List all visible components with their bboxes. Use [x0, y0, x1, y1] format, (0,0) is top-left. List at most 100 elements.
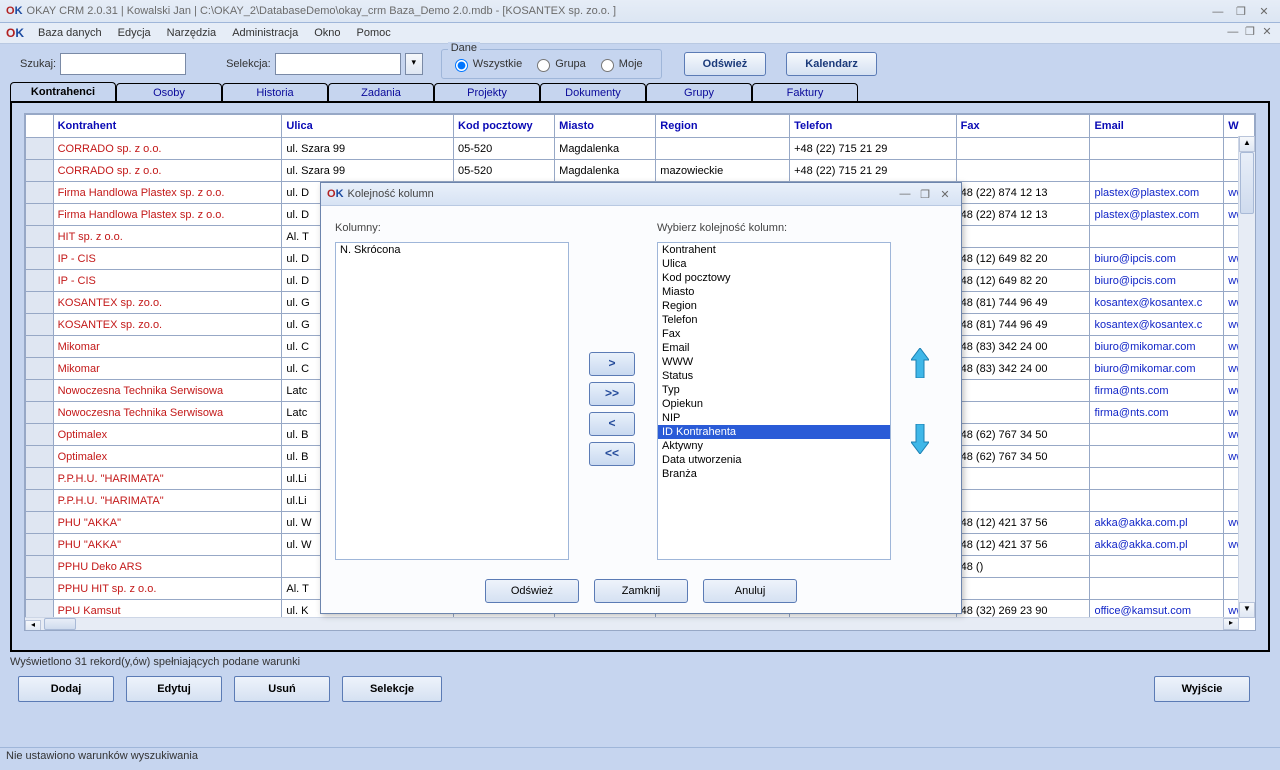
cell-fax[interactable]: 48 (62) 767 34 50	[956, 424, 1090, 446]
cell-fax[interactable]: 48 (81) 744 96 49	[956, 314, 1090, 336]
cell-fax[interactable]: 48 (22) 874 12 13	[956, 204, 1090, 226]
maximize-icon[interactable]: ❐	[1231, 5, 1251, 18]
row-selector[interactable]	[26, 226, 54, 248]
radio-grupa[interactable]	[537, 59, 550, 72]
grid-header-email[interactable]: Email	[1090, 115, 1224, 138]
cell-fax[interactable]	[956, 160, 1090, 182]
list-item[interactable]: Kod pocztowy	[658, 271, 890, 285]
delete-button[interactable]: Usuń	[234, 676, 330, 702]
list-item[interactable]: Branża	[658, 467, 890, 481]
cell-ulica[interactable]: ul. Szara 99	[282, 160, 454, 182]
list-item[interactable]: Kontrahent	[658, 243, 890, 257]
horizontal-scrollbar[interactable]: ◂ ▸	[25, 617, 1239, 630]
move-left-button[interactable]: <	[589, 412, 635, 436]
tab-faktury[interactable]: Faktury	[752, 83, 858, 102]
hscroll-thumb[interactable]	[44, 618, 76, 630]
cell-fax[interactable]: 48 (32) 269 23 90	[956, 600, 1090, 619]
cell-kontrahent[interactable]: Firma Handlowa Plastex sp. z o.o.	[53, 204, 282, 226]
cell-kod[interactable]: 05-520	[454, 138, 555, 160]
cell-kontrahent[interactable]: Optimalex	[53, 424, 282, 446]
cell-kontrahent[interactable]: IP - CIS	[53, 270, 282, 292]
cell-email[interactable]	[1090, 424, 1224, 446]
table-row[interactable]: CORRADO sp. z o.o.ul. Szara 9905-520Magd…	[26, 160, 1255, 182]
menu-baza[interactable]: Baza danych	[38, 27, 102, 39]
move-up-icon[interactable]	[907, 346, 933, 380]
cell-fax[interactable]: 48 (22) 874 12 13	[956, 182, 1090, 204]
cell-email[interactable]	[1090, 556, 1224, 578]
cell-fax[interactable]: 48 (81) 744 96 49	[956, 292, 1090, 314]
move-all-left-button[interactable]: <<	[589, 442, 635, 466]
cell-kontrahent[interactable]: Nowoczesna Technika Serwisowa	[53, 402, 282, 424]
vertical-scrollbar[interactable]: ▲ ▼	[1238, 136, 1255, 618]
cell-email[interactable]	[1090, 138, 1224, 160]
cell-telefon[interactable]: +48 (22) 715 21 29	[790, 138, 957, 160]
menu-administracja[interactable]: Administracja	[232, 27, 298, 39]
cell-fax[interactable]	[956, 402, 1090, 424]
move-all-right-button[interactable]: >>	[589, 382, 635, 406]
cell-kontrahent[interactable]: PHU "AKKA"	[53, 512, 282, 534]
cell-kontrahent[interactable]: CORRADO sp. z o.o.	[53, 160, 282, 182]
refresh-button[interactable]: Odśwież	[684, 52, 767, 76]
close-icon[interactable]: ✕	[1254, 5, 1274, 18]
dialog-close-icon[interactable]: ✕	[935, 188, 955, 201]
cell-kontrahent[interactable]: PHU "AKKA"	[53, 534, 282, 556]
row-selector[interactable]	[26, 424, 54, 446]
cell-email[interactable]: firma@nts.com	[1090, 380, 1224, 402]
tab-zadania[interactable]: Zadania	[328, 83, 434, 102]
cell-kontrahent[interactable]: IP - CIS	[53, 248, 282, 270]
cell-kontrahent[interactable]: P.P.H.U. "HARIMATA"	[53, 468, 282, 490]
cell-email[interactable]	[1090, 160, 1224, 182]
dialog-minimize-icon[interactable]: —	[895, 188, 915, 200]
cell-kontrahent[interactable]: PPHU Deko ARS	[53, 556, 282, 578]
row-selector[interactable]	[26, 160, 54, 182]
cell-fax[interactable]: 48 (83) 342 24 00	[956, 336, 1090, 358]
list-item[interactable]: Telefon	[658, 313, 890, 327]
tab-kontrahenci[interactable]: Kontrahenci	[10, 82, 116, 101]
list-item[interactable]: Status	[658, 369, 890, 383]
cell-kontrahent[interactable]: Optimalex	[53, 446, 282, 468]
cell-email[interactable]: biuro@mikomar.com	[1090, 358, 1224, 380]
row-selector[interactable]	[26, 292, 54, 314]
cell-email[interactable]: plastex@plastex.com	[1090, 182, 1224, 204]
calendar-button[interactable]: Kalendarz	[786, 52, 877, 76]
cell-email[interactable]: akka@akka.com.pl	[1090, 534, 1224, 556]
tab-dokumenty[interactable]: Dokumenty	[540, 83, 646, 102]
list-item[interactable]: Email	[658, 341, 890, 355]
mdi-close-icon[interactable]: ✕	[1260, 25, 1274, 38]
menu-narzedzia[interactable]: Narzędzia	[167, 27, 217, 39]
tab-grupy[interactable]: Grupy	[646, 83, 752, 102]
cell-fax[interactable]	[956, 138, 1090, 160]
scroll-thumb[interactable]	[1240, 152, 1254, 214]
list-item[interactable]: Miasto	[658, 285, 890, 299]
cell-region[interactable]: mazowieckie	[656, 160, 790, 182]
list-item[interactable]: Opiekun	[658, 397, 890, 411]
row-selector[interactable]	[26, 600, 54, 619]
cell-kontrahent[interactable]: Mikomar	[53, 358, 282, 380]
grid-header-kod[interactable]: Kod pocztowy	[454, 115, 555, 138]
dialog-refresh-button[interactable]: Odśwież	[485, 579, 579, 603]
row-selector[interactable]	[26, 138, 54, 160]
row-selector[interactable]	[26, 204, 54, 226]
cell-email[interactable]: akka@akka.com.pl	[1090, 512, 1224, 534]
list-item[interactable]: ID Kontrahenta	[658, 425, 890, 439]
cell-email[interactable]: kosantex@kosantex.c	[1090, 292, 1224, 314]
row-selector[interactable]	[26, 446, 54, 468]
list-item[interactable]: Fax	[658, 327, 890, 341]
list-item[interactable]: Typ	[658, 383, 890, 397]
grid-header-region[interactable]: Region	[656, 115, 790, 138]
scroll-left-icon[interactable]: ◂	[25, 620, 41, 631]
cell-ulica[interactable]: ul. Szara 99	[282, 138, 454, 160]
cell-kontrahent[interactable]: Nowoczesna Technika Serwisowa	[53, 380, 282, 402]
list-item[interactable]: NIP	[658, 411, 890, 425]
row-selector[interactable]	[26, 248, 54, 270]
scroll-down-icon[interactable]: ▼	[1239, 602, 1255, 618]
tab-projekty[interactable]: Projekty	[434, 83, 540, 102]
grid-header-miasto[interactable]: Miasto	[555, 115, 656, 138]
row-selector[interactable]	[26, 512, 54, 534]
cell-fax[interactable]: 48 (12) 421 37 56	[956, 512, 1090, 534]
selected-columns-list[interactable]: KontrahentUlicaKod pocztowyMiastoRegionT…	[657, 242, 891, 560]
cell-email[interactable]: kosantex@kosantex.c	[1090, 314, 1224, 336]
row-selector[interactable]	[26, 182, 54, 204]
cell-kontrahent[interactable]: PPU Kamsut	[53, 600, 282, 619]
cell-email[interactable]	[1090, 226, 1224, 248]
